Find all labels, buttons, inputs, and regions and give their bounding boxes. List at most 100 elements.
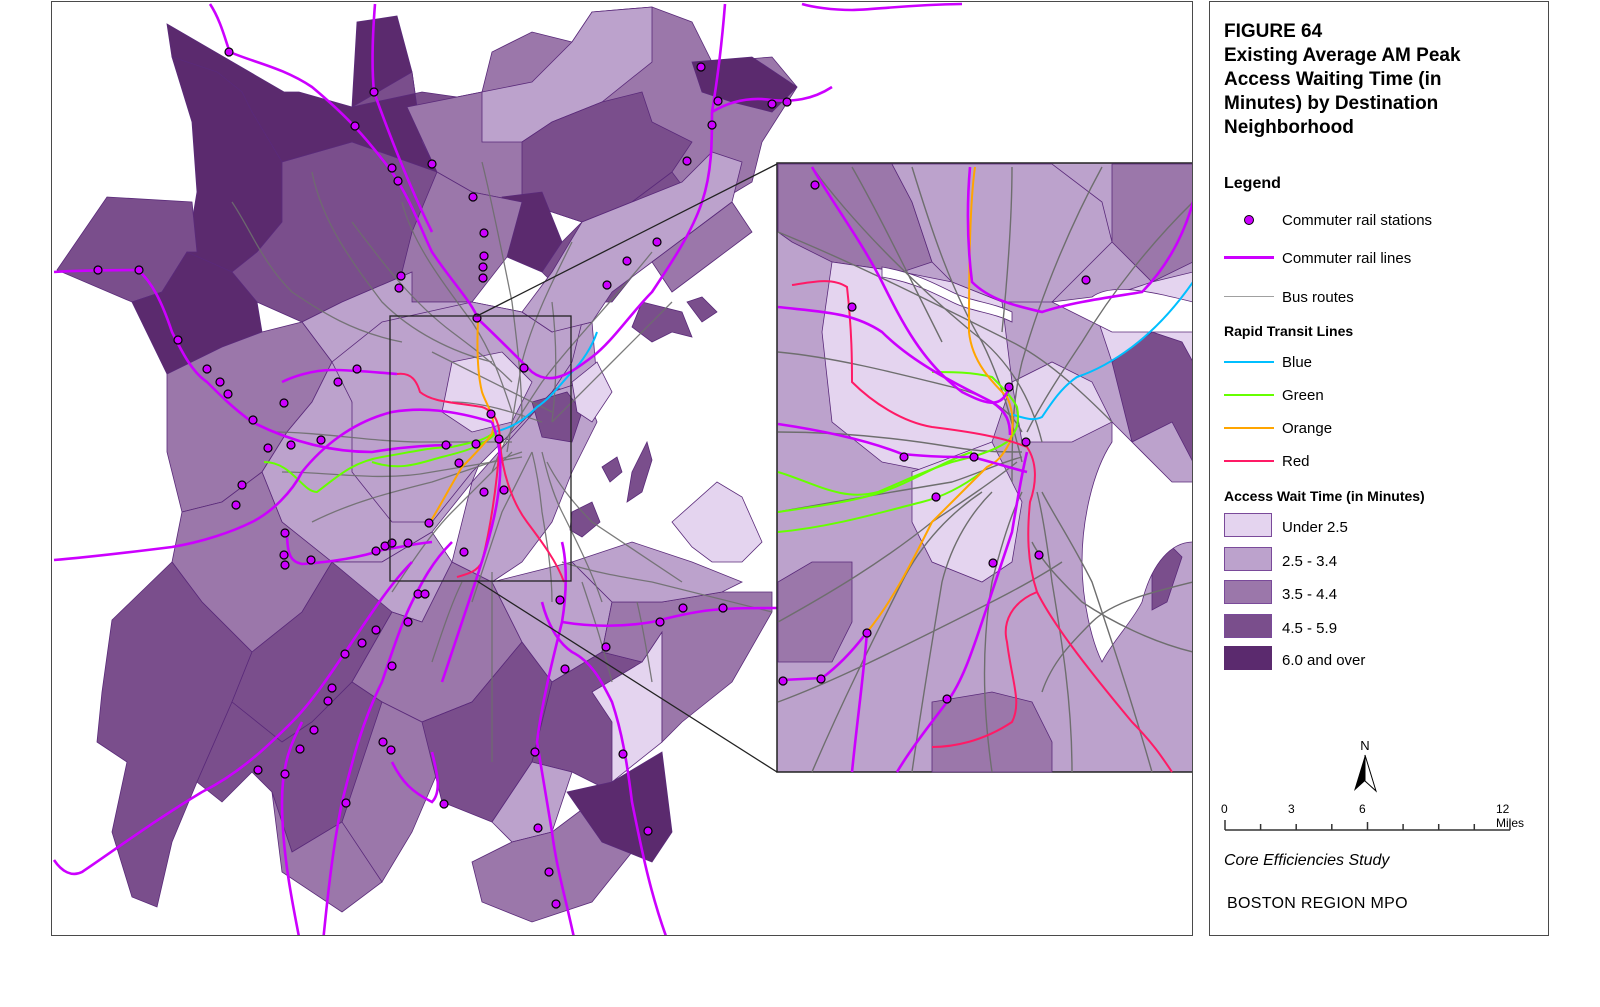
station[interactable] xyxy=(309,725,319,735)
station[interactable] xyxy=(1081,275,1091,285)
station[interactable] xyxy=(263,443,273,453)
map-frame[interactable] xyxy=(51,1,1193,936)
station[interactable] xyxy=(718,603,728,613)
station[interactable] xyxy=(134,265,144,275)
station[interactable] xyxy=(707,120,717,130)
station[interactable] xyxy=(295,744,305,754)
station[interactable] xyxy=(459,547,469,557)
station[interactable] xyxy=(306,555,316,565)
station[interactable] xyxy=(280,769,290,779)
station[interactable] xyxy=(378,737,388,747)
station[interactable] xyxy=(403,617,413,627)
station[interactable] xyxy=(286,440,296,450)
station[interactable] xyxy=(280,528,290,538)
station[interactable] xyxy=(420,589,430,599)
station[interactable] xyxy=(350,121,360,131)
station[interactable] xyxy=(678,603,688,613)
station[interactable] xyxy=(478,262,488,272)
station[interactable] xyxy=(560,664,570,674)
station[interactable] xyxy=(618,749,628,759)
station[interactable] xyxy=(499,485,509,495)
station[interactable] xyxy=(386,745,396,755)
map-canvas[interactable] xyxy=(52,2,1193,936)
station[interactable] xyxy=(231,500,241,510)
station[interactable] xyxy=(479,228,489,238)
station[interactable] xyxy=(341,798,351,808)
station[interactable] xyxy=(279,550,289,560)
station[interactable] xyxy=(1004,382,1014,392)
station[interactable] xyxy=(279,398,289,408)
station[interactable] xyxy=(387,661,397,671)
station[interactable] xyxy=(942,694,952,704)
station[interactable] xyxy=(427,159,437,169)
station[interactable] xyxy=(224,47,234,57)
station[interactable] xyxy=(643,826,653,836)
station[interactable] xyxy=(223,389,233,399)
station[interactable] xyxy=(173,335,183,345)
station[interactable] xyxy=(810,180,820,190)
inset-map[interactable] xyxy=(776,162,1193,773)
station[interactable] xyxy=(682,156,692,166)
station[interactable] xyxy=(93,265,103,275)
station[interactable] xyxy=(371,625,381,635)
station[interactable] xyxy=(767,99,777,109)
station[interactable] xyxy=(468,192,478,202)
station[interactable] xyxy=(544,867,554,877)
station[interactable] xyxy=(471,439,481,449)
station[interactable] xyxy=(602,280,612,290)
station[interactable] xyxy=(862,628,872,638)
station[interactable] xyxy=(215,377,225,387)
station[interactable] xyxy=(371,546,381,556)
station[interactable] xyxy=(969,452,979,462)
station[interactable] xyxy=(816,674,826,684)
station[interactable] xyxy=(655,617,665,627)
station[interactable] xyxy=(387,538,397,548)
station[interactable] xyxy=(931,492,941,502)
station[interactable] xyxy=(479,487,489,497)
station[interactable] xyxy=(1021,437,1031,447)
station[interactable] xyxy=(396,271,406,281)
station[interactable] xyxy=(1034,550,1044,560)
station[interactable] xyxy=(899,452,909,462)
neighborhood[interactable] xyxy=(631,301,693,343)
station[interactable] xyxy=(316,435,326,445)
station[interactable] xyxy=(988,558,998,568)
station[interactable] xyxy=(369,87,379,97)
station[interactable] xyxy=(333,377,343,387)
station[interactable] xyxy=(248,415,258,425)
station[interactable] xyxy=(323,696,333,706)
station[interactable] xyxy=(478,273,488,283)
station[interactable] xyxy=(237,480,247,490)
station[interactable] xyxy=(601,642,611,652)
station[interactable] xyxy=(403,538,413,548)
station[interactable] xyxy=(713,96,723,106)
station[interactable] xyxy=(551,899,561,909)
station[interactable] xyxy=(327,683,337,693)
station[interactable] xyxy=(778,676,788,686)
station[interactable] xyxy=(357,638,367,648)
station[interactable] xyxy=(479,251,489,261)
station[interactable] xyxy=(782,97,792,107)
station[interactable] xyxy=(696,62,706,72)
station[interactable] xyxy=(394,283,404,293)
station[interactable] xyxy=(622,256,632,266)
station[interactable] xyxy=(253,765,263,775)
station[interactable] xyxy=(652,237,662,247)
station[interactable] xyxy=(424,518,434,528)
station[interactable] xyxy=(393,176,403,186)
station[interactable] xyxy=(494,434,504,444)
station[interactable] xyxy=(486,409,496,419)
station[interactable] xyxy=(280,560,290,570)
station[interactable] xyxy=(352,364,362,374)
station[interactable] xyxy=(555,595,565,605)
station[interactable] xyxy=(454,458,464,468)
station[interactable] xyxy=(530,747,540,757)
station[interactable] xyxy=(387,163,397,173)
station[interactable] xyxy=(439,799,449,809)
station[interactable] xyxy=(340,649,350,659)
station[interactable] xyxy=(533,823,543,833)
station[interactable] xyxy=(441,440,451,450)
station[interactable] xyxy=(202,364,212,374)
station[interactable] xyxy=(847,302,857,312)
station[interactable] xyxy=(519,363,529,373)
